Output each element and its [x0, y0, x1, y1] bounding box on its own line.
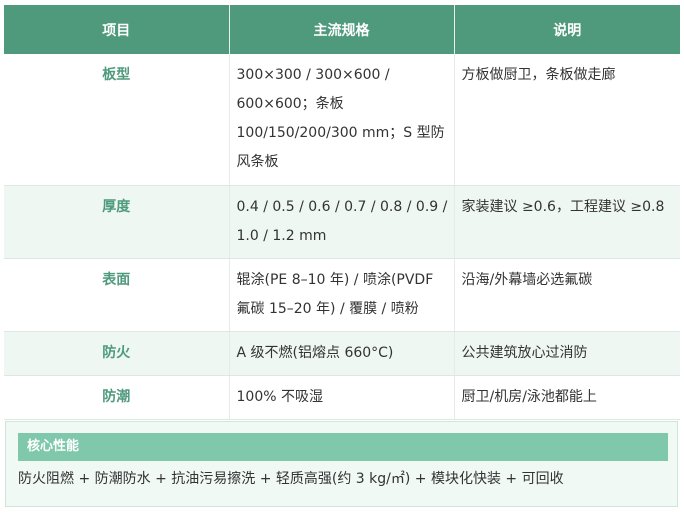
row-item: 防潮 — [4, 375, 230, 420]
table-row: 表面 辊涂(PE 8–10 年) / 喷涂(PVDF 氟碳 15–20 年) /… — [4, 258, 680, 332]
table-row: 厚度 0.4 / 0.5 / 0.6 / 0.7 / 0.8 / 0.9 / 1… — [4, 185, 680, 259]
header-note: 说明 — [454, 5, 680, 54]
core-performance-box: 核心性能 防火阻燃 + 防潮防水 + 抗油污易擦洗 + 轻质高强(约 3 kg/… — [5, 421, 678, 507]
core-performance-title: 核心性能 — [18, 433, 668, 461]
row-spec: 辊涂(PE 8–10 年) / 喷涂(PVDF 氟碳 15–20 年) / 覆膜… — [229, 258, 455, 332]
row-spec: 0.4 / 0.5 / 0.6 / 0.7 / 0.8 / 0.9 / 1.0 … — [229, 185, 455, 259]
row-note: 家装建议 ≥0.6，工程建议 ≥0.8 — [454, 185, 680, 259]
row-spec: 100% 不吸湿 — [229, 375, 455, 420]
spec-table: 项目 主流规格 说明 板型 300×300 / 300×600 / 600×60… — [4, 5, 680, 420]
table-row: 防火 A 级不燃(铝熔点 660°C) 公共建筑放心过消防 — [4, 331, 680, 376]
row-spec: A 级不燃(铝熔点 660°C) — [229, 331, 455, 376]
row-note: 厨卫/机房/泳池都能上 — [454, 375, 680, 420]
row-note: 沿海/外幕墙必选氟碳 — [454, 258, 680, 332]
table-row: 防潮 100% 不吸湿 厨卫/机房/泳池都能上 — [4, 375, 680, 420]
core-performance-text: 防火阻燃 + 防潮防水 + 抗油污易擦洗 + 轻质高强(约 3 kg/㎡) + … — [18, 471, 564, 487]
row-item: 厚度 — [4, 185, 230, 259]
spec-sheet: 项目 主流规格 说明 板型 300×300 / 300×600 / 600×60… — [0, 0, 684, 514]
header-item: 项目 — [4, 5, 230, 54]
table-row: 板型 300×300 / 300×600 / 600×600；条板 100/15… — [4, 54, 680, 186]
row-note: 方板做厨卫，条板做走廊 — [454, 54, 680, 186]
row-item: 表面 — [4, 258, 230, 332]
table-header-row: 项目 主流规格 说明 — [4, 5, 680, 54]
row-note: 公共建筑放心过消防 — [454, 331, 680, 376]
header-spec: 主流规格 — [229, 5, 455, 54]
row-item: 板型 — [4, 54, 230, 186]
row-item: 防火 — [4, 331, 230, 376]
row-spec: 300×300 / 300×600 / 600×600；条板 100/150/2… — [229, 54, 455, 186]
